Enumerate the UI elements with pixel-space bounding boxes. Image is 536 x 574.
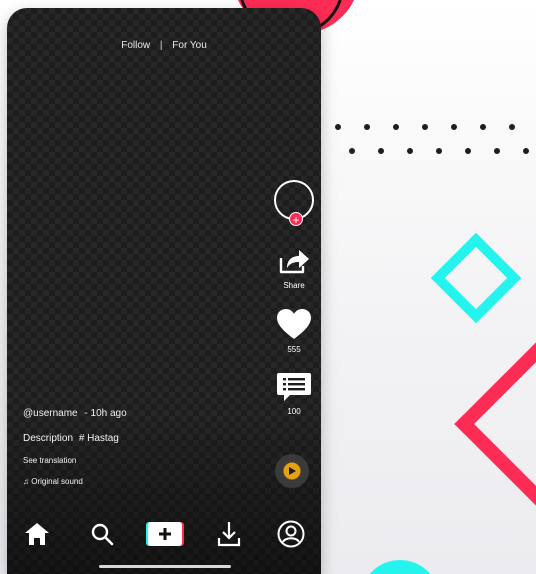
download-icon: [217, 522, 241, 547]
follow-plus-icon[interactable]: +: [289, 212, 303, 227]
bottom-navigation: [7, 510, 321, 574]
heart-icon: [277, 309, 311, 339]
nav-search-button[interactable]: [86, 518, 118, 550]
video-caption: @username - 10h ago Description # Hastag…: [23, 408, 253, 486]
hashtag-link[interactable]: # Hastag: [79, 433, 119, 444]
search-icon: [91, 523, 114, 546]
feed-tabs: Follow | For You: [7, 40, 321, 51]
share-label: Share: [283, 281, 305, 290]
action-rail: + Share 555 100: [269, 180, 319, 416]
comment-button[interactable]: 100: [269, 372, 319, 416]
sound-line[interactable]: ♫ Original sound: [23, 477, 253, 486]
comment-icon: [277, 373, 311, 401]
decorative-red-chevron: [454, 336, 536, 512]
nav-create-button[interactable]: [145, 518, 185, 550]
share-button[interactable]: Share: [269, 246, 319, 290]
decorative-cyan-half-circle: [360, 560, 440, 574]
page: Follow | For You + Share 555 100 @userna…: [0, 0, 536, 574]
username[interactable]: @username: [23, 408, 78, 419]
play-icon: [289, 467, 296, 475]
music-disc-button[interactable]: [275, 454, 309, 488]
tab-following[interactable]: Follow: [121, 40, 150, 51]
share-icon: [279, 250, 309, 274]
nav-profile-button[interactable]: [275, 518, 307, 550]
creator-avatar-button[interactable]: +: [274, 180, 314, 227]
caption-description-line: Description # Hastag: [23, 433, 253, 444]
sound-name: Original sound: [31, 477, 83, 486]
description-text: Description: [23, 433, 74, 444]
create-icon: [146, 522, 184, 546]
decorative-dot-grid: [335, 124, 529, 154]
post-time: - 10h ago: [84, 408, 127, 419]
home-icon: [25, 523, 49, 545]
decorative-cyan-diamond: [430, 232, 522, 324]
nav-download-button[interactable]: [213, 518, 245, 550]
like-count: 555: [287, 345, 301, 354]
music-note-icon: ♫: [23, 477, 29, 486]
caption-author-line: @username - 10h ago: [23, 408, 253, 419]
tab-separator: |: [159, 40, 163, 51]
home-indicator: [99, 565, 231, 568]
nav-home-button[interactable]: [21, 518, 53, 550]
phone-screen: Follow | For You + Share 555 100 @userna…: [7, 8, 321, 574]
see-translation-link[interactable]: See translation: [23, 456, 253, 465]
like-button[interactable]: 555: [269, 308, 319, 354]
comment-count: 100: [287, 407, 301, 416]
tab-for-you[interactable]: For You: [172, 40, 206, 51]
profile-icon: [277, 520, 305, 548]
